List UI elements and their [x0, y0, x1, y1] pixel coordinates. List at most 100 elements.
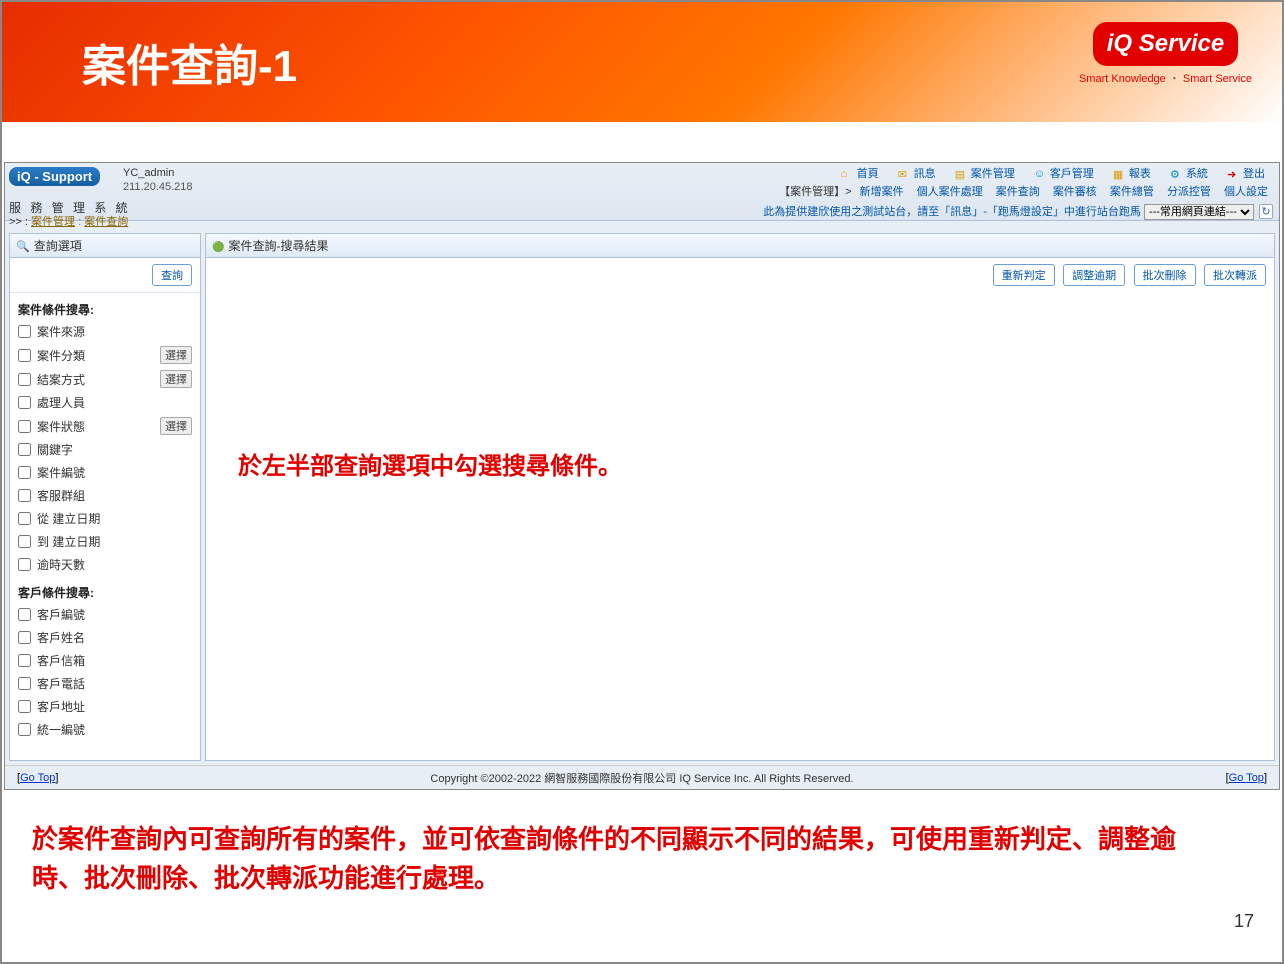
- criteria-label: 到 建立日期: [37, 533, 100, 550]
- logo-tag-right: Smart Service: [1183, 73, 1252, 85]
- nav-report[interactable]: 報表: [1113, 168, 1151, 180]
- criteria-checkbox[interactable]: [18, 558, 31, 571]
- go-top-right[interactable]: Go Top: [1229, 772, 1264, 784]
- criteria-checkbox[interactable]: [18, 373, 31, 386]
- nav-home[interactable]: 首頁: [841, 168, 879, 180]
- nav-customer[interactable]: 客戶管理: [1034, 168, 1094, 180]
- criteria-checkbox[interactable]: [18, 654, 31, 667]
- criteria-label: 案件分類: [37, 347, 85, 364]
- criteria-checkbox[interactable]: [18, 723, 31, 736]
- breadcrumb-case-query[interactable]: 案件查詢: [84, 216, 128, 228]
- select-button[interactable]: 選擇: [160, 417, 192, 435]
- brand-logo: iQ Service Smart Knowledge ・ Smart Servi…: [1079, 22, 1252, 86]
- select-button[interactable]: 選擇: [160, 346, 192, 364]
- subnav-personal-set[interactable]: 個人設定: [1224, 186, 1268, 198]
- copyright-text: Copyright ©2002-2022 網智服務國際股份有限公司 IQ Ser…: [58, 770, 1225, 786]
- search-panel-icon: [16, 239, 34, 253]
- criteria-label: 客戶編號: [37, 606, 85, 623]
- breadcrumb-case-mgmt[interactable]: 案件管理: [31, 216, 75, 228]
- app-user-label: YC_admin: [123, 167, 174, 179]
- criteria-checkbox[interactable]: [18, 631, 31, 644]
- page-number: 17: [1234, 911, 1254, 932]
- criteria-checkbox[interactable]: [18, 325, 31, 338]
- criteria-row: 客戶編號: [10, 603, 200, 626]
- app-footer: [Go Top] Copyright ©2002-2022 網智服務國際股份有限…: [5, 765, 1279, 789]
- criteria-label: 統一編號: [37, 721, 85, 738]
- criteria-label: 關鍵字: [37, 441, 73, 458]
- results-panel: 案件查詢-搜尋結果 重新判定 調整逾期 批次刪除 批次轉派: [205, 233, 1275, 761]
- nav-logout[interactable]: 登出: [1227, 168, 1265, 180]
- top-nav: 首頁 訊息 案件管理 客戶管理 報表 系統 登出: [833, 165, 1273, 181]
- criteria-row: 逾時天數: [10, 553, 200, 576]
- search-options-panel: 查詢選項 查詢 案件條件搜尋: 案件來源案件分類選擇結案方式選擇處理人員案件狀態…: [9, 233, 201, 761]
- criteria-label: 客戶姓名: [37, 629, 85, 646]
- criteria-checkbox[interactable]: [18, 349, 31, 362]
- logo-tag-left: Smart Knowledge: [1079, 73, 1166, 85]
- criteria-checkbox[interactable]: [18, 535, 31, 548]
- adjust-overdue-button[interactable]: 調整逾期: [1063, 264, 1125, 286]
- criteria-label: 案件編號: [37, 464, 85, 481]
- case-icon: [955, 168, 969, 180]
- results-icon: [212, 239, 228, 253]
- criteria-checkbox[interactable]: [18, 420, 31, 433]
- criteria-row: 案件狀態選擇: [10, 414, 200, 438]
- criteria-checkbox[interactable]: [18, 608, 31, 621]
- batch-delete-button[interactable]: 批次刪除: [1134, 264, 1196, 286]
- select-button[interactable]: 選擇: [160, 370, 192, 388]
- criteria-checkbox[interactable]: [18, 512, 31, 525]
- criteria-checkbox[interactable]: [18, 677, 31, 690]
- app-screenshot: iQ - Support YC_admin 211.20.45.218 服 務 …: [4, 162, 1280, 790]
- criteria-label: 客戶電話: [37, 675, 85, 692]
- criteria-row: 關鍵字: [10, 438, 200, 461]
- annotation-inline: 於左半部查詢選項中勾選搜尋條件。: [238, 446, 622, 481]
- criteria-checkbox[interactable]: [18, 489, 31, 502]
- criteria-row: 案件來源: [10, 320, 200, 343]
- subnav-new-case[interactable]: 新增案件: [860, 186, 904, 198]
- logout-icon: [1227, 168, 1241, 180]
- results-title: 案件查詢-搜尋結果: [206, 234, 1274, 258]
- criteria-row: 結案方式 選擇: [10, 367, 200, 391]
- nav-message[interactable]: 訊息: [898, 168, 936, 180]
- mail-icon: [898, 168, 912, 180]
- criteria-checkbox[interactable]: [18, 396, 31, 409]
- criteria-label: 從 建立日期: [37, 510, 100, 527]
- criteria-label: 結案方式: [37, 371, 85, 388]
- subnav-review[interactable]: 案件審核: [1053, 186, 1097, 198]
- batch-transfer-button[interactable]: 批次轉派: [1204, 264, 1266, 286]
- criteria-row: 客戶電話: [10, 672, 200, 695]
- app-header: iQ - Support YC_admin 211.20.45.218 服 務 …: [5, 163, 1279, 221]
- customer-icon: [1034, 168, 1048, 180]
- criteria-label: 客戶地址: [37, 698, 85, 715]
- quicklink-select[interactable]: ---常用網頁連結---: [1144, 204, 1254, 220]
- subnav-personal[interactable]: 個人案件處理: [917, 186, 983, 198]
- nav-system[interactable]: 系統: [1170, 168, 1208, 180]
- subnav-prefix: 【案件管理】>: [779, 186, 851, 198]
- nav-case[interactable]: 案件管理: [955, 168, 1015, 180]
- criteria-label: 案件來源: [37, 323, 85, 340]
- criteria-label: 逾時天數: [37, 556, 85, 573]
- report-icon: [1113, 168, 1127, 180]
- home-icon: [841, 168, 855, 180]
- criteria-checkbox[interactable]: [18, 466, 31, 479]
- app-ip-label: 211.20.45.218: [123, 181, 193, 193]
- marquee-row: 此為提供建欣使用之測試站台，請至「訊息」-「跑馬燈設定」中進行站台跑馬 ---常…: [763, 203, 1273, 220]
- case-criteria-heading: 案件條件搜尋:: [10, 293, 200, 320]
- criteria-row: 客服群組: [10, 484, 200, 507]
- search-button[interactable]: 查詢: [152, 264, 192, 286]
- criteria-row: 處理人員: [10, 391, 200, 414]
- criteria-checkbox[interactable]: [18, 700, 31, 713]
- criteria-row: 案件分類 選擇: [10, 343, 200, 367]
- criteria-row: 客戶信箱: [10, 649, 200, 672]
- app-logo: iQ - Support: [9, 167, 100, 186]
- go-top-left[interactable]: Go Top: [20, 772, 55, 784]
- breadcrumb: >> : 案件管理 : 案件查詢: [9, 213, 128, 229]
- rejudge-button[interactable]: 重新判定: [993, 264, 1055, 286]
- subnav-query[interactable]: 案件查詢: [996, 186, 1040, 198]
- criteria-row: 客戶姓名: [10, 626, 200, 649]
- criteria-label: 處理人員: [37, 394, 85, 411]
- criteria-row: 客戶地址: [10, 695, 200, 718]
- subnav-manage[interactable]: 案件總管: [1110, 186, 1154, 198]
- criteria-checkbox[interactable]: [18, 443, 31, 456]
- subnav-dispatch[interactable]: 分派控管: [1167, 186, 1211, 198]
- refresh-icon[interactable]: ↻: [1259, 204, 1273, 219]
